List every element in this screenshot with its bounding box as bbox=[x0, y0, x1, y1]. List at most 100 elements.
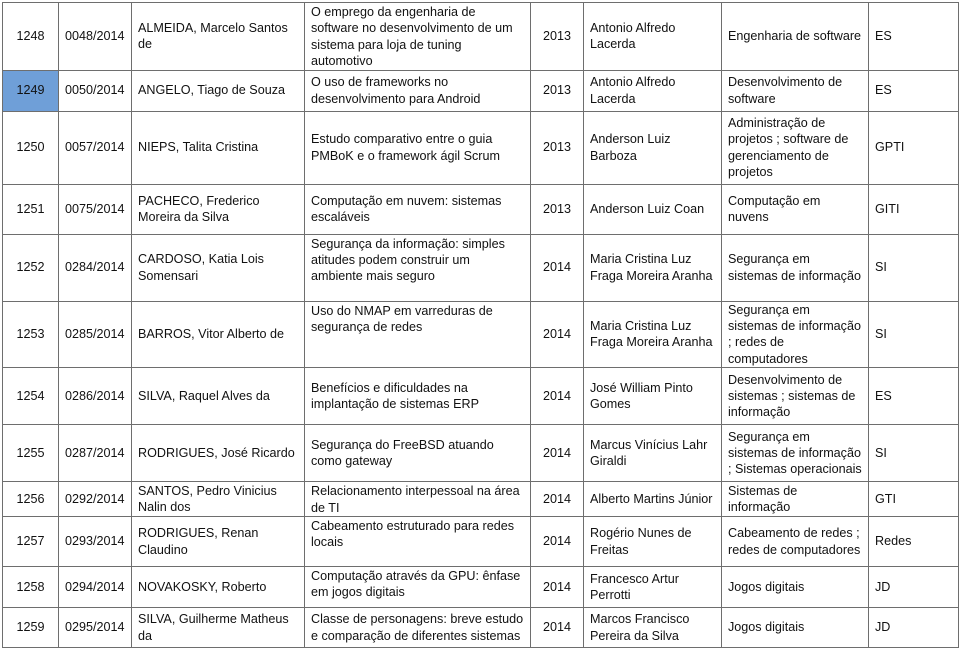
cell-area: ES bbox=[868, 367, 959, 426]
table-row: 1257 0293/2014 RODRIGUES, Renan Claudino Ca… bbox=[2, 516, 959, 568]
cell-student-name: NOVAKOSKY, Roberto bbox=[131, 566, 305, 609]
cell-area: ES bbox=[868, 2, 959, 71]
cell-advisor: Rogério Nunes de Freitas bbox=[583, 516, 722, 568]
cell-area: GTI bbox=[868, 481, 959, 518]
table-row: 1256 0292/2014 SANTOS, Pedro Vinicius Nali… bbox=[2, 481, 959, 518]
cell-title: Computação através da GPU: ênfase em jog… bbox=[304, 566, 531, 609]
cell-process-number: 0285/2014 bbox=[58, 300, 132, 369]
cell-advisor: Antonio Alfredo Lacerda bbox=[583, 69, 722, 112]
cell-advisor: Antonio Alfredo Lacerda bbox=[583, 2, 722, 71]
cell-student-name: NIEPS, Talita Cristina bbox=[131, 110, 305, 185]
cell-subject: Desenvolvimento de sistemas ; sistemas d… bbox=[721, 367, 869, 426]
cell-process-number: 0294/2014 bbox=[58, 566, 132, 609]
cell-year: 2013 bbox=[530, 183, 584, 235]
cell-year: 2014 bbox=[530, 566, 584, 609]
cell-area: GPTI bbox=[868, 110, 959, 185]
cell-year: 2014 bbox=[530, 607, 584, 648]
cell-record-number: 1250 bbox=[2, 110, 59, 185]
cell-record-number: 1253 bbox=[2, 300, 59, 369]
cell-advisor: Francesco Artur Perrotti bbox=[583, 566, 722, 609]
cell-title: Computação em nuvem: sistemas escaláveis bbox=[304, 183, 531, 235]
table-row: 1248 0048/2014 ALMEIDA, Marcelo Santos de O… bbox=[2, 2, 959, 71]
cell-title: Segurança do FreeBSD atuando como gatewa… bbox=[304, 424, 531, 483]
cell-year: 2013 bbox=[530, 69, 584, 112]
cell-area: SI bbox=[868, 424, 959, 483]
cell-advisor: José William Pinto Gomes bbox=[583, 367, 722, 426]
cell-student-name: ANGELO, Tiago de Souza bbox=[131, 69, 305, 112]
cell-student-name: SILVA, Raquel Alves da bbox=[131, 367, 305, 426]
cell-area: SI bbox=[868, 233, 959, 302]
cell-record-number: 1251 bbox=[2, 183, 59, 235]
table-row: 1254 0286/2014 SILVA, Raquel Alves da Benef… bbox=[2, 367, 959, 426]
cell-student-name: RODRIGUES, José Ricardo bbox=[131, 424, 305, 483]
table-row: 1249 0050/2014 ANGELO, Tiago de Souza O uso… bbox=[2, 69, 959, 112]
cell-record-number: 1255 bbox=[2, 424, 59, 483]
cell-process-number: 0293/2014 bbox=[58, 516, 132, 568]
cell-process-number: 0050/2014 bbox=[58, 69, 132, 112]
table-row: 1252 0284/2014 CARDOSO, Katia Lois Somensa… bbox=[2, 233, 959, 302]
cell-area: Redes bbox=[868, 516, 959, 568]
cell-subject: Desenvolvimento de software bbox=[721, 69, 869, 112]
cell-process-number: 0284/2014 bbox=[58, 233, 132, 302]
cell-year: 2013 bbox=[530, 110, 584, 185]
cell-record-number: 1252 bbox=[2, 233, 59, 302]
table-row: 1259 0295/2014 SILVA, Guilherme Matheus da… bbox=[2, 607, 959, 648]
cell-title: Estudo comparativo entre o guia PMBoK e … bbox=[304, 110, 531, 185]
cell-year: 2014 bbox=[530, 300, 584, 369]
table-row: 1250 0057/2014 NIEPS, Talita Cristina Estud… bbox=[2, 110, 959, 185]
cell-process-number: 0287/2014 bbox=[58, 424, 132, 483]
cell-area: ES bbox=[868, 69, 959, 112]
cell-year: 2014 bbox=[530, 481, 584, 518]
cell-title: Benefícios e dificuldades na implantação… bbox=[304, 367, 531, 426]
records-table: 1248 0048/2014 ALMEIDA, Marcelo Santos de O… bbox=[2, 2, 959, 648]
cell-title: Cabeamento estruturado para redes locais bbox=[304, 516, 531, 568]
cell-student-name: BARROS, Vitor Alberto de bbox=[131, 300, 305, 369]
cell-advisor: Marcus Vinícius Lahr Giraldi bbox=[583, 424, 722, 483]
cell-title: Classe de personagens: breve estudo e co… bbox=[304, 607, 531, 648]
cell-year: 2014 bbox=[530, 516, 584, 568]
cell-process-number: 0048/2014 bbox=[58, 2, 132, 71]
cell-process-number: 0286/2014 bbox=[58, 367, 132, 426]
cell-student-name: SANTOS, Pedro Vinicius Nalin dos bbox=[131, 481, 305, 518]
cell-subject: Jogos digitais bbox=[721, 607, 869, 648]
cell-subject: Sistemas de informação bbox=[721, 481, 869, 518]
cell-student-name: SILVA, Guilherme Matheus da bbox=[131, 607, 305, 648]
cell-advisor: Anderson Luiz Coan bbox=[583, 183, 722, 235]
cell-student-name: PACHECO, Frederico Moreira da Silva bbox=[131, 183, 305, 235]
cell-subject: Administração de projetos ; software de … bbox=[721, 110, 869, 185]
cell-student-name: ALMEIDA, Marcelo Santos de bbox=[131, 2, 305, 71]
cell-process-number: 0292/2014 bbox=[58, 481, 132, 518]
cell-record-number: 1254 bbox=[2, 367, 59, 426]
cell-subject: Jogos digitais bbox=[721, 566, 869, 609]
cell-subject: Segurança em sistemas de informação bbox=[721, 233, 869, 302]
cell-process-number: 0057/2014 bbox=[58, 110, 132, 185]
table-row: 1253 0285/2014 BARROS, Vitor Alberto de Uso… bbox=[2, 300, 959, 369]
cell-subject: Engenharia de software bbox=[721, 2, 869, 71]
cell-title: O emprego da engenharia de software no d… bbox=[304, 2, 531, 71]
cell-subject: Computação em nuvens bbox=[721, 183, 869, 235]
cell-advisor: Marcos Francisco Pereira da Silva bbox=[583, 607, 722, 648]
cell-advisor: Maria Cristina Luz Fraga Moreira Aranha bbox=[583, 233, 722, 302]
cell-title: Relacionamento interpessoal na área de T… bbox=[304, 481, 531, 518]
cell-student-name: CARDOSO, Katia Lois Somensari bbox=[131, 233, 305, 302]
cell-record-number: 1259 bbox=[2, 607, 59, 648]
cell-record-number: 1258 bbox=[2, 566, 59, 609]
cell-area: GITI bbox=[868, 183, 959, 235]
cell-year: 2014 bbox=[530, 424, 584, 483]
cell-title: Uso do NMAP em varreduras de segurança d… bbox=[304, 300, 531, 369]
table-row: 1251 0075/2014 PACHECO, Frederico Moreira … bbox=[2, 183, 959, 235]
cell-process-number: 0295/2014 bbox=[58, 607, 132, 648]
cell-subject: Cabeamento de redes ; redes de computado… bbox=[721, 516, 869, 568]
table-row: 1258 0294/2014 NOVAKOSKY, Roberto Computaçã… bbox=[2, 566, 959, 609]
cell-title: O uso de frameworks no desenvolvimento p… bbox=[304, 69, 531, 112]
cell-record-number: 1257 bbox=[2, 516, 59, 568]
cell-advisor: Maria Cristina Luz Fraga Moreira Aranha bbox=[583, 300, 722, 369]
cell-area: JD bbox=[868, 566, 959, 609]
cell-student-name: RODRIGUES, Renan Claudino bbox=[131, 516, 305, 568]
cell-year: 2013 bbox=[530, 2, 584, 71]
cell-title: Segurança da informação: simples atitude… bbox=[304, 233, 531, 302]
cell-record-number-selected: 1249 bbox=[2, 69, 59, 112]
cell-year: 2014 bbox=[530, 233, 584, 302]
cell-record-number: 1256 bbox=[2, 481, 59, 518]
cell-area: SI bbox=[868, 300, 959, 369]
